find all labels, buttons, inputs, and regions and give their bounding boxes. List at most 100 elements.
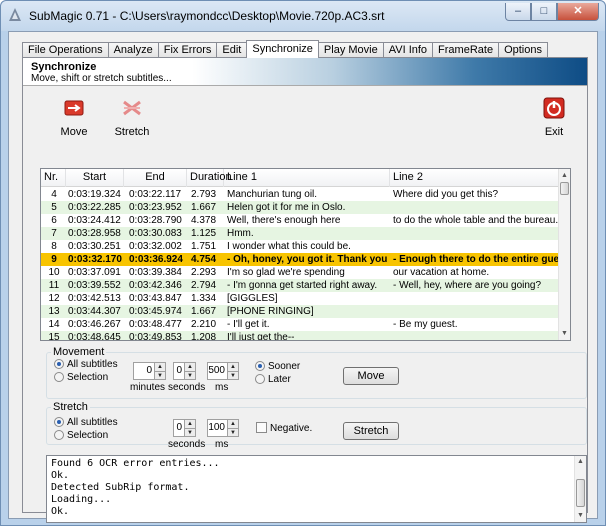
move-tool-button[interactable]: Move — [54, 96, 94, 138]
cell-line2: Where did you get this? — [393, 189, 499, 200]
cell-nr: 8 — [51, 241, 57, 252]
column-header-start[interactable]: Start — [66, 169, 124, 187]
cell-line2: our vacation at home. — [393, 267, 490, 278]
exit-label: Exit — [544, 126, 564, 138]
table-row-selected[interactable]: 9 0:03:32.170 0:03:36.924 4.754 - Oh, honey,… — [41, 253, 559, 266]
stretch-all-subtitles-radio[interactable]: All subtitles — [54, 417, 118, 429]
tab-file-operations[interactable]: File Operations — [22, 42, 109, 58]
scrollbar-thumb[interactable] — [560, 182, 569, 195]
spin-down-icon[interactable]: ▼ — [185, 371, 195, 379]
subtitle-grid[interactable]: Nr. Start End Duration Line 1 Line 2 4 0:… — [40, 168, 571, 341]
movement-selection-radio[interactable]: Selection — [54, 372, 108, 384]
scroll-up-arrow-icon[interactable]: ▲ — [575, 456, 586, 468]
spin-up-icon[interactable]: ▲ — [185, 420, 195, 428]
cell-end: 0:03:32.002 — [129, 241, 182, 252]
cell-start: 0:03:48.645 — [68, 332, 121, 341]
grid-scrollbar[interactable]: ▲ ▼ — [558, 169, 570, 340]
table-row[interactable]: 15 0:03:48.645 0:03:49.853 1.208 I'll just g… — [41, 331, 559, 341]
cell-line1: - I'm gonna get started right away. — [227, 280, 378, 291]
cell-line2: - Enough there to do the entire guest ..… — [393, 254, 559, 265]
tab-options[interactable]: Options — [498, 42, 548, 58]
tab-analyze[interactable]: Analyze — [107, 42, 159, 58]
table-row[interactable]: 8 0:03:30.251 0:03:32.002 1.751 I wonder wha… — [41, 240, 559, 253]
table-row[interactable]: 6 0:03:24.412 0:03:28.790 4.378 Well, there'… — [41, 214, 559, 227]
minimize-button[interactable]: – — [505, 3, 531, 21]
tab-edit[interactable]: Edit — [216, 42, 248, 58]
stretch-ms-value[interactable]: 100 — [207, 419, 228, 437]
minutes-stepper[interactable]: 0 ▲ ▼ — [133, 362, 166, 380]
ms-value[interactable]: 500 — [207, 362, 228, 380]
cell-end: 0:03:30.083 — [129, 228, 182, 239]
spin-up-icon[interactable]: ▲ — [185, 363, 195, 371]
cell-nr: 4 — [51, 189, 57, 200]
movement-all-subtitles-radio[interactable]: All subtitles — [54, 359, 118, 371]
column-header-end[interactable]: End — [124, 169, 187, 187]
stretch-tool-button[interactable]: Stretch — [112, 96, 152, 138]
table-row[interactable]: 4 0:03:19.324 0:03:22.117 2.793 Manchurian t… — [41, 188, 559, 201]
tab-framerate[interactable]: FrameRate — [432, 42, 500, 58]
tab-synchronize[interactable]: Synchronize — [246, 40, 319, 58]
radio-dot — [255, 374, 265, 384]
spin-down-icon[interactable]: ▼ — [228, 428, 238, 436]
cell-start: 0:03:37.091 — [68, 267, 121, 278]
stretch-button[interactable]: Stretch — [343, 422, 399, 440]
spin-down-icon[interactable]: ▼ — [228, 371, 238, 379]
stretch-seconds-stepper[interactable]: 0 ▲ ▼ — [173, 419, 196, 437]
seconds-stepper[interactable]: 0 ▲ ▼ — [173, 362, 196, 380]
table-row[interactable]: 10 0:03:37.091 0:03:39.384 2.293 I'm so glad… — [41, 266, 559, 279]
cell-end: 0:03:36.924 — [129, 254, 183, 265]
column-header-line1[interactable]: Line 1 — [224, 169, 390, 187]
ms-stepper[interactable]: 500 ▲ ▼ — [207, 362, 239, 380]
stretch-selection-radio[interactable]: Selection — [54, 430, 108, 442]
tab-fix-errors[interactable]: Fix Errors — [157, 42, 218, 58]
table-row[interactable]: 12 0:03:42.513 0:03:43.847 1.334 [GIGGLES] — [41, 292, 559, 305]
title-bar[interactable]: SubMagic 0.71 - C:\Users\raymondcc\Deskt… — [1, 1, 605, 31]
cell-duration: 2.293 — [191, 267, 217, 278]
cell-line2: to do the whole table and the bureau. — [393, 215, 559, 226]
cell-end: 0:03:45.974 — [129, 306, 182, 317]
radio-dot — [54, 359, 64, 369]
column-header-nr[interactable]: Nr. — [41, 169, 66, 187]
stretch-seconds-value[interactable]: 0 — [173, 419, 185, 437]
cell-duration: 1.667 — [191, 306, 217, 317]
table-row[interactable]: 5 0:03:22.285 0:03:23.952 1.667 Helen got it… — [41, 201, 559, 214]
cell-end: 0:03:42.346 — [129, 280, 182, 291]
tab-play-movie[interactable]: Play Movie — [317, 42, 384, 58]
spin-up-icon[interactable]: ▲ — [155, 363, 165, 371]
exit-button[interactable]: Exit — [534, 96, 574, 138]
table-row[interactable]: 13 0:03:44.307 0:03:45.974 1.667 [PHONE RING… — [41, 305, 559, 318]
minutes-value[interactable]: 0 — [133, 362, 155, 380]
close-button[interactable]: ✕ — [557, 3, 599, 21]
maximize-button[interactable]: □ — [531, 3, 557, 21]
table-row[interactable]: 14 0:03:46.267 0:03:48.477 2.210 - I'll get … — [41, 318, 559, 331]
cell-nr: 10 — [48, 267, 60, 278]
column-header-line2[interactable]: Line 2 — [390, 169, 559, 187]
scroll-up-arrow-icon[interactable]: ▲ — [559, 169, 570, 182]
scroll-down-arrow-icon[interactable]: ▼ — [575, 510, 586, 522]
cell-start: 0:03:42.513 — [68, 293, 121, 304]
cell-duration: 1.125 — [191, 228, 217, 239]
spin-up-icon[interactable]: ▲ — [228, 420, 238, 428]
spin-up-icon[interactable]: ▲ — [228, 363, 238, 371]
negative-checkbox[interactable]: Negative. — [256, 422, 312, 434]
sooner-radio[interactable]: Sooner — [255, 361, 300, 373]
log-scrollbar[interactable]: ▲ ▼ — [574, 456, 586, 522]
radio-label: Selection — [67, 372, 109, 383]
table-row[interactable]: 7 0:03:28.958 0:03:30.083 1.125 Hmm. — [41, 227, 559, 240]
minutes-label: minutes — [130, 382, 166, 393]
move-button[interactable]: Move — [343, 367, 399, 385]
seconds-value[interactable]: 0 — [173, 362, 185, 380]
radio-dot — [54, 372, 64, 382]
table-row[interactable]: 11 0:03:39.552 0:03:42.346 2.794 - I'm gonna… — [41, 279, 559, 292]
scroll-down-arrow-icon[interactable]: ▼ — [559, 327, 570, 340]
spin-down-icon[interactable]: ▼ — [185, 428, 195, 436]
cell-line2: - Be my guest. — [393, 319, 458, 330]
spin-down-icon[interactable]: ▼ — [155, 371, 165, 379]
stretch-ms-stepper[interactable]: 100 ▲ ▼ — [207, 419, 239, 437]
column-header-duration[interactable]: Duration — [187, 169, 232, 187]
scrollbar-thumb[interactable] — [576, 479, 585, 507]
later-radio[interactable]: Later — [255, 374, 291, 386]
log-output[interactable]: Found 6 OCR error entries... Ok. Detecte… — [46, 455, 587, 523]
tab-avi-info[interactable]: AVI Info — [382, 42, 434, 58]
log-line: Found 6 OCR error entries... — [51, 458, 220, 469]
